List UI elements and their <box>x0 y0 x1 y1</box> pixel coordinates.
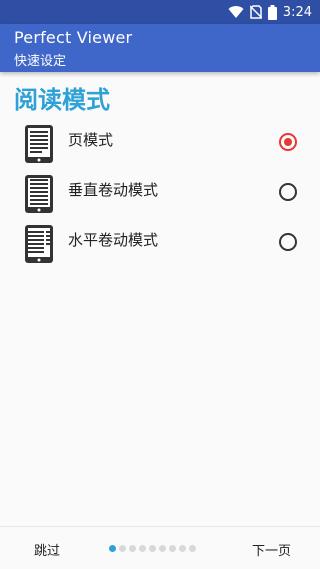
option-page-mode[interactable]: 页模式 <box>0 121 320 171</box>
page-dot <box>119 545 126 552</box>
battery-icon <box>267 4 277 20</box>
app-subtitle: 快速设定 <box>14 54 67 69</box>
vertical-scroll-icon <box>24 174 54 214</box>
page-dot <box>129 545 136 552</box>
page-dot <box>149 545 156 552</box>
radio-horizontal-scroll[interactable] <box>279 233 297 251</box>
status-time: 3:24 <box>282 4 312 20</box>
wifi-icon <box>228 5 244 19</box>
page-dot <box>189 545 196 552</box>
horizontal-scroll-icon <box>24 224 54 264</box>
status-bar: 3:24 <box>0 0 320 24</box>
page-dot <box>179 545 186 552</box>
page-mode-icon <box>24 124 54 164</box>
bottom-bar: 跳过 下一页 <box>0 526 320 569</box>
app-title: Perfect Viewer <box>14 28 133 47</box>
option-horizontal-scroll[interactable]: 水平卷动模式 <box>0 221 320 271</box>
section-title: 阅读模式 <box>14 86 110 114</box>
no-sim-icon <box>249 5 262 19</box>
page-dot <box>139 545 146 552</box>
page-dot <box>159 545 166 552</box>
radio-vertical-scroll[interactable] <box>279 183 297 201</box>
radio-page-mode[interactable] <box>279 133 297 151</box>
next-page-button[interactable]: 下一页 <box>252 540 291 559</box>
page-dot <box>109 545 116 552</box>
app-bar: Perfect Viewer 快速设定 <box>0 24 320 72</box>
option-label: 页模式 <box>68 131 114 149</box>
option-label: 垂直卷动模式 <box>68 181 159 199</box>
skip-button[interactable]: 跳过 <box>34 540 60 559</box>
page-indicator <box>109 545 196 552</box>
page-dot <box>169 545 176 552</box>
option-vertical-scroll[interactable]: 垂直卷动模式 <box>0 171 320 221</box>
option-label: 水平卷动模式 <box>68 231 159 249</box>
